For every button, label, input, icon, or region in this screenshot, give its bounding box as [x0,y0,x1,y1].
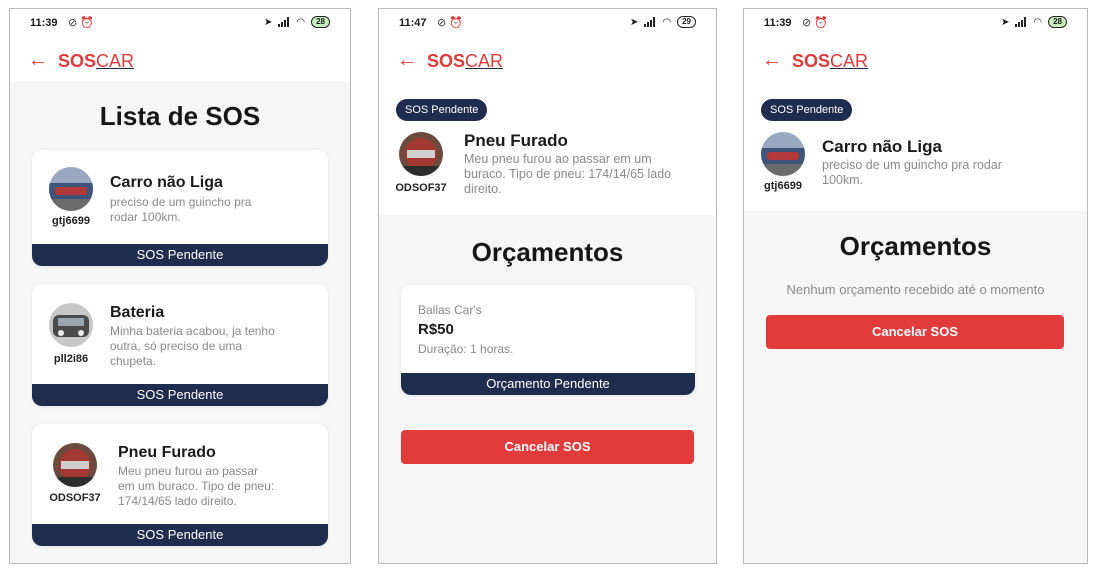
card-desc: preciso de um guincho pra rodar 100km. [110,195,252,224]
app-bar: ← SOSCAR [379,45,716,85]
battery-icon: 28 [311,16,330,28]
sos-card[interactable]: pll2i86 Bateria Minha bateria acabou, ja… [32,284,328,406]
quote-shop: Ballas Car's [418,303,482,317]
quote-duration: Duração: 1 horas. [418,342,514,356]
screen-sos-detail-quotes: 11:47 ⊘⏰ ➤ ◠ 29 ← SOSCAR SOS Pendente OD… [378,8,717,564]
quotes-panel [744,211,1087,563]
status-time: 11:39 [30,17,58,29]
signal-icon [644,17,656,27]
location-icon: ➤ [263,16,273,28]
card-desc: Meu pneu furou ao passar em um buraco. T… [118,464,275,508]
status-right: ➤ ◠ 28 [264,16,330,28]
sos-card[interactable]: gtj6699 Carro não Liga preciso de um gui… [32,150,328,266]
app-bar: ← SOSCAR [744,45,1087,85]
card-title: Bateria [110,304,165,321]
signal-icon [278,17,290,27]
sos-card[interactable]: ODSOF37 Pneu Furado Meu pneu furou ao pa… [32,424,328,546]
status-bar: 11:47 ⊘⏰ ➤ ◠ 29 [379,9,716,39]
status-right: ➤ ◠ 29 [630,16,696,28]
car-avatar-icon [49,167,93,211]
mute-alarm-icons: ⊘⏰ [68,17,97,29]
back-arrow-icon[interactable]: ← [397,49,417,72]
car-plate: gtj6699 [764,180,802,192]
page-title: Lista de SOS [99,101,261,131]
car-avatar-icon [761,132,805,176]
wifi-icon: ◠ [662,16,672,28]
mute-alarm-icons: ⊘⏰ [802,17,831,29]
quote-price: R$50 [418,321,454,338]
card-title: Pneu Furado [118,444,216,461]
screen-sos-detail-empty: 11:39 ⊘⏰ ➤ ◠ 28 ← SOSCAR SOS Pendente gt… [743,8,1088,564]
back-arrow-icon[interactable]: ← [28,49,48,72]
screen-sos-list: 11:39 ⊘⏰ ➤ ◠ 28 ← SOSCAR Lista de SOS gt… [9,8,351,564]
car-plate: gtj6699 [52,215,90,227]
mute-alarm-icons: ⊘⏰ [437,17,466,29]
car-avatar-icon [49,303,93,347]
status-badge: SOS Pendente [32,384,328,406]
section-title: Orçamentos [471,237,624,267]
card-title: Carro não Liga [110,174,223,191]
battery-icon: 29 [677,16,696,28]
car-avatar-icon [53,443,97,487]
section-title: Orçamentos [839,231,992,261]
brand-logo: SOSCAR [58,51,135,71]
back-arrow-icon[interactable]: ← [762,49,782,72]
status-time: 11:47 [399,17,427,29]
status-right: ➤ ◠ 28 [1001,16,1067,28]
status-time: 11:39 [764,17,792,29]
cancel-sos-button[interactable]: Cancelar SOS [401,430,694,464]
location-icon: ➤ [1000,16,1010,28]
sos-desc: Meu pneu furou ao passar em um buraco. T… [464,152,672,196]
signal-icon [1015,17,1027,27]
card-desc: Minha bateria acabou, ja tenho outra, só… [110,324,275,368]
wifi-icon: ◠ [1033,16,1043,28]
brand-logo: SOSCAR [427,51,504,71]
empty-message: Nenhum orçamento recebido até o momento [786,282,1045,297]
cancel-sos-button[interactable]: Cancelar SOS [766,315,1064,349]
car-plate: ODSOF37 [395,182,447,194]
status-badge: SOS Pendente [32,244,328,266]
location-icon: ➤ [629,16,639,28]
quote-status-badge: Orçamento Pendente [401,373,695,395]
sos-title: Carro não Liga [822,137,942,156]
car-plate: ODSOF37 [49,492,101,504]
car-plate: pll2i86 [53,353,89,365]
sos-desc: preciso de um guincho pra rodar 100km. [822,158,1002,187]
quote-card[interactable]: Ballas Car's R$50 Duração: 1 horas. Orça… [401,285,695,395]
brand-logo: SOSCAR [792,51,869,71]
status-pill: SOS Pendente [761,99,853,121]
sos-title: Pneu Furado [464,131,568,150]
car-avatar-icon [399,132,443,176]
status-bar: 11:39 ⊘⏰ ➤ ◠ 28 [744,9,1087,39]
status-bar: 11:39 ⊘⏰ ➤ ◠ 28 [10,9,350,39]
battery-icon: 28 [1048,16,1067,28]
app-bar: ← SOSCAR [10,45,350,85]
wifi-icon: ◠ [296,16,306,28]
status-pill: SOS Pendente [396,99,488,121]
status-badge: SOS Pendente [32,524,328,546]
